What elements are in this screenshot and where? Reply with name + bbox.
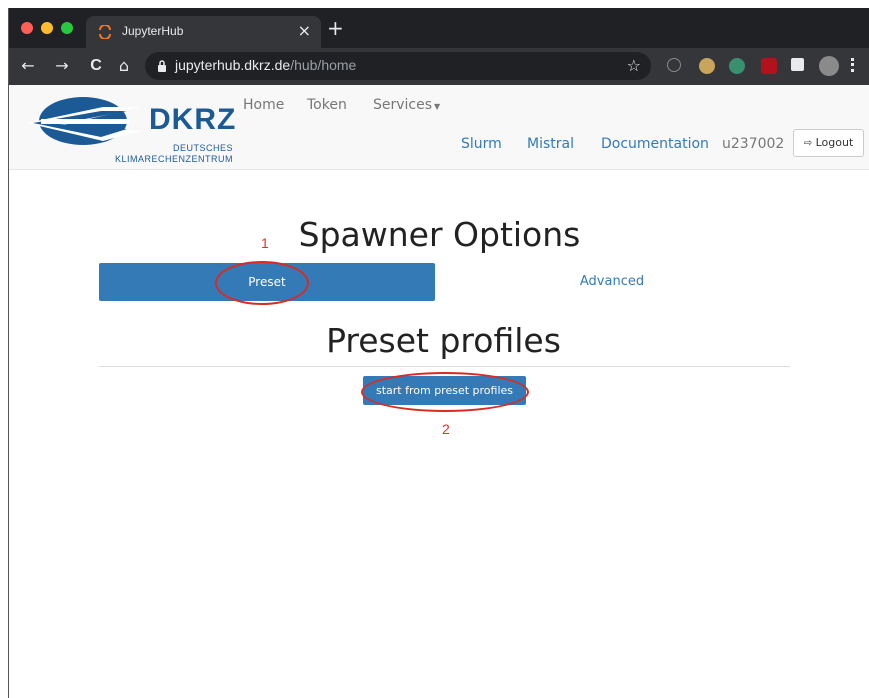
annotation-ellipse-1 <box>215 261 309 305</box>
caret-down-icon: ▼ <box>434 102 441 111</box>
bookmark-star-icon[interactable]: ☆ <box>627 56 641 75</box>
tab-advanced[interactable]: Advanced <box>439 263 785 301</box>
nav-services-label: Services <box>373 97 433 113</box>
tab-strip: JupyterHub × + <box>9 8 869 48</box>
close-window-button[interactable] <box>21 22 33 34</box>
nav-slurm[interactable]: Slurm <box>461 136 502 152</box>
minimize-window-button[interactable] <box>41 22 53 34</box>
annotation-ellipse-2 <box>361 372 529 412</box>
username-label: u237002 <box>722 136 785 152</box>
annotation-number-1: 1 <box>261 235 269 251</box>
dkrz-logo-mark-icon <box>27 97 141 145</box>
tab-title: JupyterHub <box>122 24 184 38</box>
browser-window: JupyterHub × + ← → C ⌂ jupyterhub.dkrz.d… <box>8 8 869 698</box>
url-path: /hub/home <box>290 57 357 73</box>
section-divider <box>99 366 790 367</box>
logo-subtitle-1: DEUTSCHES <box>172 143 233 153</box>
info-extension-icon[interactable] <box>667 58 681 72</box>
nav-services[interactable]: Services ▼ <box>373 97 440 113</box>
browser-toolbar: ← → C ⌂ jupyterhub.dkrz.de/hub/home ☆ <box>9 48 869 85</box>
page-title: Spawner Options <box>298 215 581 254</box>
puzzle-extensions-icon[interactable] <box>791 58 804 71</box>
jupyter-favicon-icon <box>99 25 111 39</box>
address-bar[interactable]: jupyterhub.dkrz.de/hub/home ☆ <box>145 52 651 80</box>
nav-token[interactable]: Token <box>307 97 347 113</box>
site-navbar: DKRZ DEUTSCHES KLIMARECHENZENTRUM Home T… <box>9 85 869 170</box>
logout-button[interactable]: ⇨ Logout <box>793 129 864 157</box>
maximize-window-button[interactable] <box>61 22 73 34</box>
logo-subtitle-2: KLIMARECHENZENTRUM <box>114 154 233 164</box>
lock-icon <box>158 60 166 72</box>
url-text: jupyterhub.dkrz.de/hub/home <box>175 57 356 73</box>
url-host: jupyterhub.dkrz.de <box>175 57 291 73</box>
profile-avatar[interactable] <box>819 56 839 76</box>
extension-1-icon[interactable] <box>699 58 715 74</box>
reload-icon[interactable]: C <box>85 55 107 77</box>
dkrz-logo[interactable]: DKRZ DEUTSCHES KLIMARECHENZENTRUM <box>23 91 237 167</box>
nav-documentation[interactable]: Documentation <box>601 136 709 152</box>
ublock-icon[interactable] <box>761 58 777 74</box>
browser-tab[interactable]: JupyterHub × <box>86 16 321 48</box>
logout-icon: ⇨ <box>803 138 813 149</box>
forward-icon[interactable]: → <box>51 55 73 77</box>
extension-2-icon[interactable] <box>729 58 745 74</box>
nav-mistral[interactable]: Mistral <box>527 136 574 152</box>
logo-wordmark: DKRZ <box>149 103 237 136</box>
menu-dots-icon[interactable] <box>851 58 855 72</box>
new-tab-button[interactable]: + <box>327 18 344 38</box>
tab-close-icon[interactable]: × <box>298 21 311 41</box>
section-title: Preset profiles <box>326 321 561 360</box>
home-icon[interactable]: ⌂ <box>113 55 135 77</box>
back-icon[interactable]: ← <box>17 55 39 77</box>
annotation-number-2: 2 <box>442 421 450 437</box>
logout-label: Logout <box>815 136 854 149</box>
page-content: DKRZ DEUTSCHES KLIMARECHENZENTRUM Home T… <box>9 85 869 698</box>
nav-home[interactable]: Home <box>243 97 284 113</box>
